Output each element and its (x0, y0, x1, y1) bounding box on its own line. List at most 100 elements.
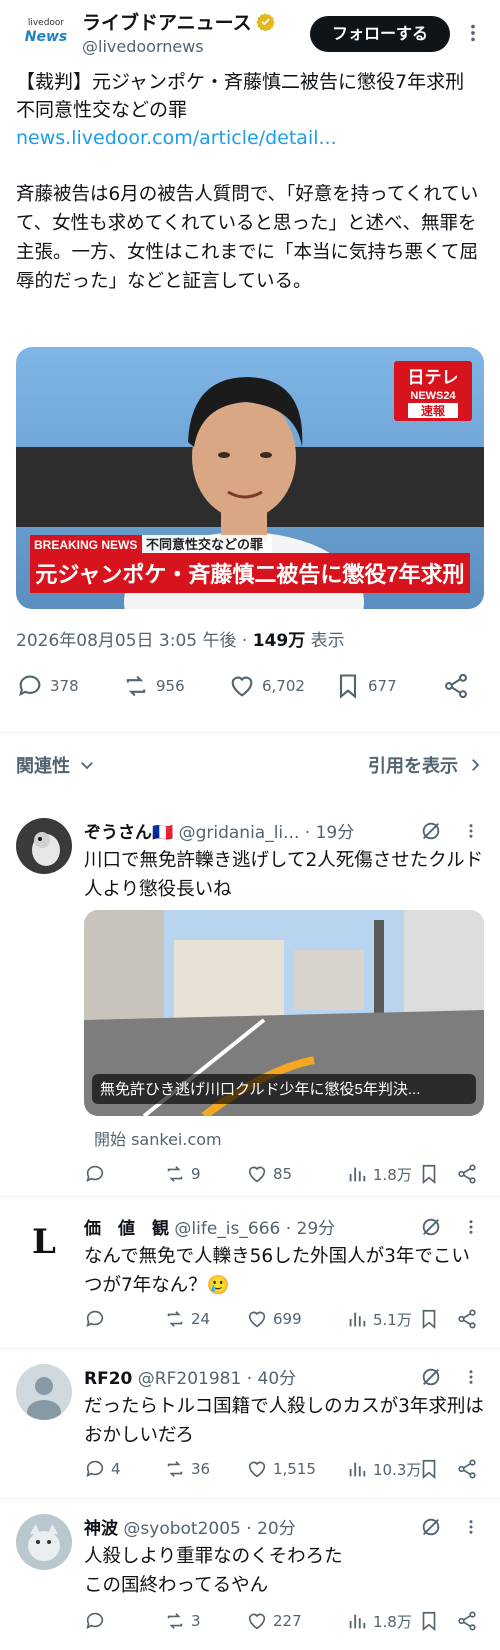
reply-repost-button[interactable]: 3 (164, 1610, 201, 1632)
reply-repost-button[interactable]: 9 (164, 1163, 201, 1185)
reply-share-button[interactable] (456, 1610, 478, 1632)
reply-author-name[interactable]: ぞうさん🇫🇷 (84, 823, 173, 843)
reply-time[interactable]: 19分 (316, 823, 355, 843)
bookmark-icon (422, 1309, 436, 1330)
like-count: 6,702 (262, 677, 305, 695)
post-datetime[interactable]: 2026年08月05日 3:05 午後 (16, 631, 237, 651)
divider (0, 1348, 500, 1349)
avatar[interactable]: L (16, 1214, 72, 1270)
reply-item[interactable]: L 価 値 観 @life_is_666 · 29分 なんで無免で人轢き56した… (0, 1214, 500, 1344)
repost-button[interactable]: 956 (122, 672, 185, 700)
post-link[interactable]: news.livedoor.com/article/detail... (16, 124, 486, 152)
author-handle: @livedoornews (82, 37, 204, 56)
reply-author-handle[interactable]: @syobot2005 (123, 1519, 240, 1539)
grok-icon[interactable] (420, 1516, 442, 1538)
reply-time[interactable]: 20分 (257, 1519, 296, 1539)
reply-more-icon[interactable] (462, 820, 480, 842)
reply-bookmark-button[interactable] (418, 1308, 440, 1330)
bookmark-icon (422, 1459, 436, 1480)
reply-button[interactable]: 378 (16, 672, 79, 700)
reply-views-count: 1.8万 (373, 1612, 412, 1631)
reply-header: 神波 @syobot2005 · 20分 (84, 1519, 296, 1539)
quote-card-caption: 無免許ひき逃げ川口クルド少年に懲役5年判決... (100, 1081, 420, 1098)
chevron-right-icon (472, 759, 480, 771)
news-image[interactable]: 日テレ NEWS24 速報 BREAKING NEWS 不同意性交などの罪 元ジ… (16, 347, 484, 609)
reply-like-count: 227 (273, 1612, 302, 1630)
reply-share-button[interactable] (456, 1163, 478, 1185)
livedoor-news-logo[interactable]: livedoor News (16, 10, 76, 54)
grok-icon[interactable] (420, 1366, 442, 1388)
reply-reply-button[interactable] (84, 1308, 106, 1330)
view-quotes-button[interactable]: 引用を表示 (368, 752, 484, 778)
reply-author-name[interactable]: RF20 (84, 1369, 132, 1389)
reply-reply-button[interactable] (84, 1610, 106, 1632)
reply-icon (86, 1460, 104, 1477)
grok-icon[interactable] (420, 820, 442, 842)
avatar[interactable] (16, 818, 72, 874)
share-icon (458, 1164, 476, 1184)
avatar-graphic (16, 818, 72, 874)
share-button[interactable] (442, 672, 470, 700)
quote-source[interactable]: 開始 sankei.com (94, 1126, 222, 1150)
follow-button[interactable]: フォローする (310, 16, 450, 52)
repost-icon (126, 675, 146, 697)
reply-views-button[interactable]: 1.8万 (346, 1610, 412, 1632)
like-button[interactable]: 6,702 (228, 672, 305, 700)
share-icon (458, 1309, 476, 1329)
reply-share-button[interactable] (456, 1458, 478, 1480)
reply-actions: 4 36 1,515 10.3万 (84, 1458, 484, 1482)
author-name[interactable]: ライブドアニュース (82, 8, 252, 35)
more-options-icon[interactable] (462, 22, 484, 44)
divider (0, 1196, 500, 1197)
avatar-letter: L (32, 1222, 56, 1262)
heart-icon (231, 676, 253, 697)
reply-views-button[interactable]: 1.8万 (346, 1163, 412, 1185)
reply-more-icon[interactable] (462, 1216, 480, 1238)
reply-reply-button[interactable] (84, 1163, 106, 1185)
reply-author-name[interactable]: 価 値 観 (84, 1219, 169, 1239)
post-views-count: 149万 (252, 631, 306, 651)
reply-like-button[interactable]: 1,515 (246, 1458, 316, 1480)
bookmark-button[interactable]: 677 (334, 672, 397, 700)
heart-icon (248, 1166, 266, 1183)
reply-author-handle[interactable]: @RF201981 (138, 1369, 242, 1389)
reply-time[interactable]: 29分 (297, 1219, 336, 1239)
reply-like-button[interactable]: 85 (246, 1163, 292, 1185)
logo-bottom-text: News (24, 29, 68, 45)
reply-bookmark-button[interactable] (418, 1610, 440, 1632)
avatar[interactable] (16, 1364, 72, 1420)
reply-icon (86, 1612, 104, 1629)
default-avatar-icon (16, 1364, 72, 1420)
reply-like-button[interactable]: 227 (246, 1610, 302, 1632)
bookmark-icon (339, 674, 357, 699)
reply-item[interactable]: ぞうさん🇫🇷 @gridania_li... · 19分 川口で無免許轢き逃げし… (0, 818, 500, 1190)
reply-author-handle[interactable]: @life_is_666 (174, 1219, 280, 1239)
avatar[interactable] (16, 1514, 72, 1570)
reply-author-name[interactable]: 神波 (84, 1519, 118, 1539)
reply-bookmark-button[interactable] (418, 1458, 440, 1480)
divider (0, 732, 500, 733)
reply-reply-button[interactable]: 4 (84, 1458, 121, 1480)
reply-time[interactable]: 40分 (258, 1369, 297, 1389)
heart-icon (248, 1613, 266, 1630)
sort-relevance-button[interactable]: 関連性 (16, 752, 96, 778)
grok-icon[interactable] (420, 1216, 442, 1238)
views-chart-icon (349, 1462, 366, 1477)
reply-share-button[interactable] (456, 1308, 478, 1330)
post-headline: 【裁判】元ジャンポケ・斉藤慎二被告に懲役7年求刑 不同意性交などの罪 (16, 71, 465, 121)
avatar-graphic (16, 1514, 72, 1570)
reply-more-icon[interactable] (462, 1366, 480, 1388)
reply-bookmark-button[interactable] (418, 1163, 440, 1185)
reply-more-icon[interactable] (462, 1516, 480, 1538)
reply-item[interactable]: RF20 @RF201981 · 40分 だったらトルコ国籍で人殺しのカスが3年… (0, 1364, 500, 1494)
quote-card[interactable]: 無免許ひき逃げ川口クルド少年に懲役5年判決... (84, 910, 484, 1116)
reply-repost-button[interactable]: 36 (164, 1458, 210, 1480)
reply-views-button[interactable]: 10.3万 (346, 1458, 421, 1480)
reply-repost-button[interactable]: 24 (164, 1308, 210, 1330)
reply-views-button[interactable]: 5.1万 (346, 1308, 412, 1330)
author-block[interactable]: ライブドアニュース @livedoornews (82, 8, 275, 56)
reply-header: RF20 @RF201981 · 40分 (84, 1369, 297, 1389)
reply-like-button[interactable]: 699 (246, 1308, 302, 1330)
reply-author-handle[interactable]: @gridania_li... (179, 823, 300, 843)
reply-item[interactable]: 神波 @syobot2005 · 20分 人殺しより重罪なのくそわろた この国終… (0, 1514, 500, 1644)
